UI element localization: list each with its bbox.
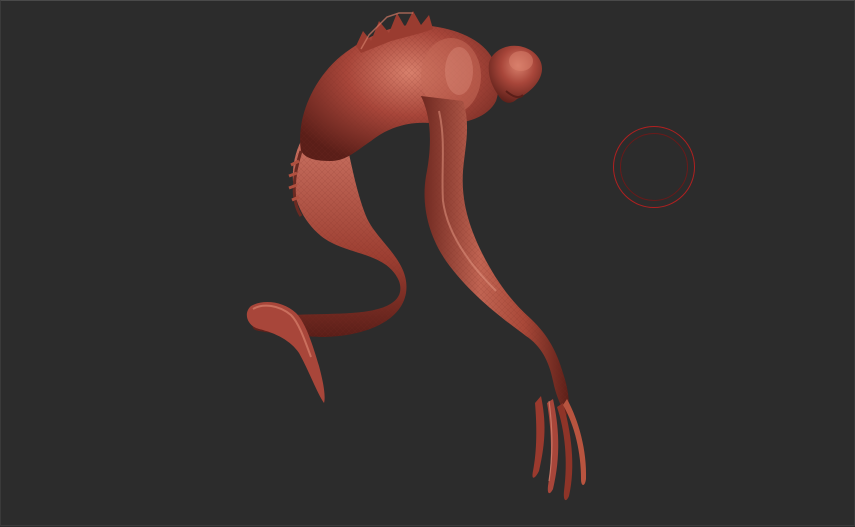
- document-canvas[interactable]: [0, 0, 855, 526]
- model-back-leg: [246, 141, 407, 403]
- model-front-limb: [421, 96, 587, 501]
- sculpt-model[interactable]: [1, 1, 855, 527]
- brush-focal-cursor-icon: [620, 133, 688, 201]
- brush-draw-size-cursor-icon: [613, 126, 695, 208]
